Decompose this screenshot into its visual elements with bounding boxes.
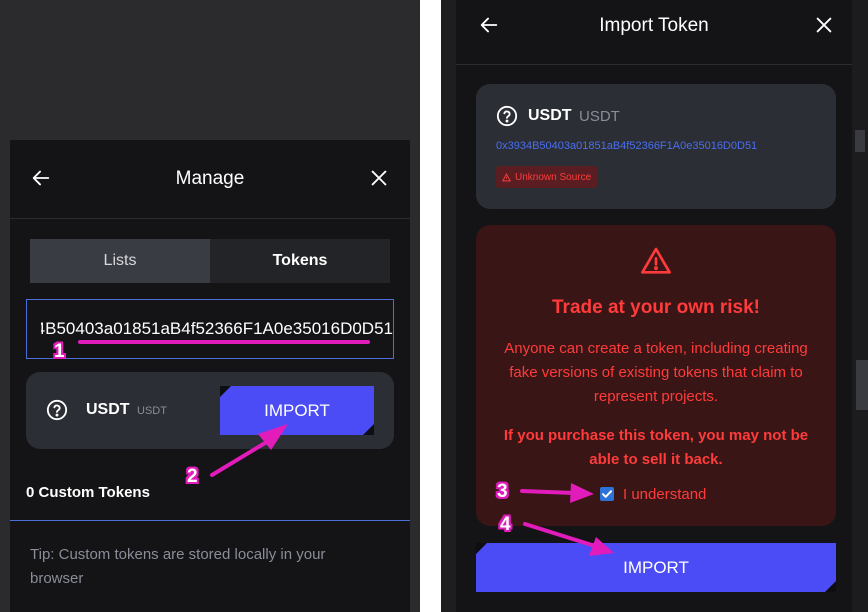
import-token-content: Import Token USDT USDT 0x3934B50403a0185… — [456, 0, 852, 612]
question-circle-icon — [496, 105, 518, 127]
import-button-label: IMPORT — [264, 400, 330, 420]
page-title: Manage — [175, 168, 245, 189]
token-symbol: USDT — [528, 107, 572, 124]
import-button[interactable]: IMPORT — [476, 543, 836, 592]
tab-lists[interactable]: Lists — [30, 239, 210, 283]
annotation-step-4: 4 — [500, 514, 511, 535]
import-token-header: Import Token — [456, 0, 852, 65]
annotation-underline — [78, 340, 370, 344]
badge-label: Unknown Source — [515, 171, 592, 183]
screenshot: Manage Lists Tokens USDT USDT IMPORT 0 C… — [0, 0, 868, 612]
annotation-step-2: 2 — [187, 466, 198, 487]
warning-sell-notice: If you purchase this token, you may not … — [503, 427, 809, 468]
close-icon[interactable] — [813, 14, 835, 36]
token-name: USDT — [137, 405, 167, 417]
page-title: Import Token — [599, 15, 709, 36]
unknown-source-badge: Unknown Source — [496, 166, 598, 188]
button-corner-decoration — [825, 581, 836, 592]
token-symbol: USDT — [86, 401, 130, 418]
token-address-link[interactable]: 0x3934B50403a01851aB4f52366F1A0e35016D0D… — [496, 140, 757, 152]
token-info-card: USDT USDT 0x3934B50403a01851aB4f52366F1A… — [476, 84, 836, 209]
question-circle-icon — [46, 399, 68, 421]
divider — [10, 520, 410, 521]
button-corner-decoration — [220, 386, 231, 397]
checkmark-icon — [602, 490, 612, 498]
token-result-card: USDT USDT IMPORT — [26, 372, 394, 449]
import-button-label: IMPORT — [623, 557, 689, 577]
risk-warning-card: Trade at your own risk! Anyone can creat… — [476, 225, 836, 526]
panel-edge — [852, 0, 868, 612]
manage-panel: Manage Lists Tokens USDT USDT IMPORT 0 C… — [10, 140, 410, 612]
edge-mark — [855, 130, 865, 152]
tip-text: Tip: Custom tokens are stored locally in… — [30, 546, 326, 587]
warning-small-icon — [502, 172, 511, 181]
manage-header: Manage — [10, 140, 410, 219]
edge-mark — [856, 360, 868, 410]
import-button[interactable]: IMPORT — [220, 386, 374, 435]
panel-edge — [441, 0, 456, 612]
warning-triangle-icon — [641, 247, 671, 274]
annotation-step-3: 3 — [497, 481, 508, 502]
manage-tabs: Lists Tokens — [30, 239, 390, 283]
close-icon[interactable] — [368, 167, 390, 189]
warning-title: Trade at your own risk! — [552, 297, 760, 318]
warning-body: Anyone can create a token, including cre… — [504, 340, 808, 405]
annotation-step-1: 1 — [54, 341, 65, 362]
tab-tokens[interactable]: Tokens — [210, 239, 390, 283]
understand-checkbox[interactable] — [600, 487, 614, 501]
understand-label[interactable]: I understand — [623, 486, 706, 503]
button-corner-decoration — [363, 424, 374, 435]
button-corner-decoration — [476, 543, 487, 554]
custom-tokens-count: 0 Custom Tokens — [26, 484, 150, 501]
token-address-input[interactable] — [26, 299, 394, 359]
token-name: USDT — [579, 108, 620, 125]
